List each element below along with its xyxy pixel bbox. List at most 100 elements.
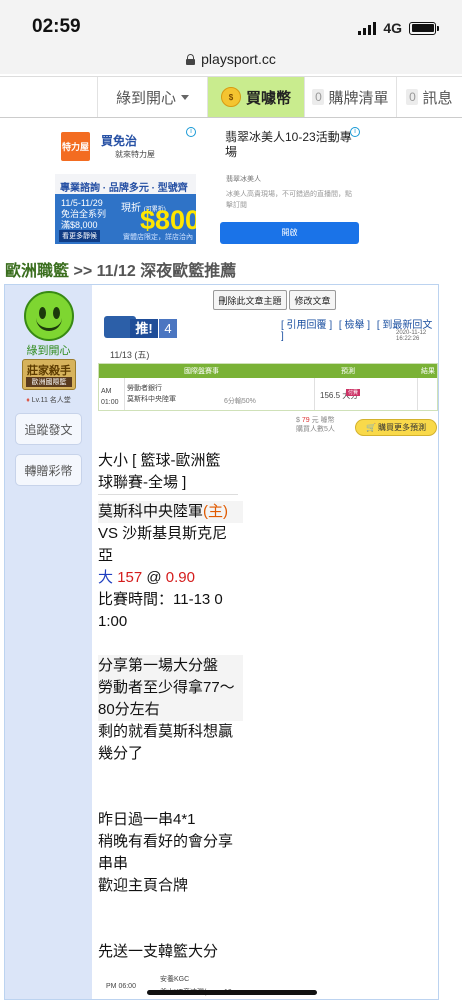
content-line: 80分左右 (98, 699, 243, 721)
ad-right-brand: 翡翠冰美人 (226, 176, 261, 183)
top-nav: 綠到開心 $ 買噱幣 0 購牌清單 0 訊息 (0, 76, 462, 118)
price-value: 79 (301, 417, 310, 424)
post-timestamp: 2020-11-12 16:22:26 (396, 330, 427, 342)
content-line: 球聯賽-全場 ] (98, 474, 187, 491)
coin-icon: $ (220, 87, 241, 107)
content-line: 先送一支韓籃大分 (98, 943, 219, 960)
col-pick: 預測 (341, 368, 355, 375)
push-label: 推! (130, 319, 158, 338)
ad-right-desc: 冰美人高貴現場，不可錯過的直播間，點擊訂閱 (226, 191, 352, 209)
shield-icon: ♦ (26, 397, 30, 404)
ad-area: 特力屋 買免治 就來特力屋 專業諮詢 · 品牌多元 · 型號齊全 11/5-11… (0, 118, 462, 248)
author-name[interactable]: 綠到開心 (5, 342, 92, 358)
author-level: ♦ Lv.11 名人堂 (26, 397, 71, 404)
push-button[interactable]: 推! 4 (104, 316, 180, 338)
edit-post-button[interactable]: 修改文章 (289, 290, 336, 310)
content-line: VS 沙斯基貝斯克尼 (98, 525, 228, 542)
ad-banner-right[interactable]: 翡翠冰美人10-23活動專場 翡翠冰美人 冰美人高貴現場，不可錯過的直播間，點擊… (220, 127, 361, 244)
status-time: 02:59 (32, 16, 81, 37)
author-sidebar: 綠到開心 莊家殺手 歐洲國際籃 ♦ Lv.11 名人堂 追蹤發文 轉贈彩幣 (5, 285, 92, 999)
messages-link[interactable]: 0 訊息 (396, 77, 462, 117)
url-bar[interactable]: playsport.cc (0, 44, 462, 74)
ad-date: 11/5-11/29 (61, 198, 103, 208)
game-line: 6分輸50% (224, 398, 256, 405)
pick-line: 大 157 @ 0.90 (98, 569, 195, 586)
game-teams: 勞動者銀行 莫斯科中央陸軍 (127, 383, 176, 405)
paid-badge: 付費 (346, 389, 361, 396)
ad-right-title: 翡翠冰美人10-23活動專場 (225, 130, 352, 159)
price-info: $ 79 元 噱幣 購買人數5人 (296, 417, 335, 433)
push-count: 4 (159, 319, 177, 338)
quote-reply-link[interactable]: [ 引用回覆 ] (281, 320, 332, 331)
breadcrumb: 歐洲職籃 >> 11/12 深夜歐籃推薦 (5, 257, 236, 281)
content-line: 比賽時間：11-13 0 (98, 591, 223, 608)
buy-more-button[interactable]: 🛒 購買更多預測 (355, 419, 437, 436)
report-link[interactable]: [ 檢舉 ] (339, 320, 370, 331)
ad-left-header: 特力屋 買免治 就來特力屋 (55, 127, 196, 174)
cart-label: 購牌清單 (328, 89, 389, 107)
ad-headline: 買免治 (101, 134, 138, 148)
ad-promo: 免治全系列 (61, 209, 107, 219)
rank-badge: 莊家殺手 歐洲國際籃 (22, 359, 76, 390)
messages-label: 訊息 (422, 89, 453, 107)
col-result: 結果 (421, 368, 435, 375)
content-line: 大小 [ 籃球-歐洲籃 (98, 452, 221, 469)
cart-link[interactable]: 0 購牌清單 (304, 77, 396, 117)
buy-coins-label: 買噱幣 (245, 89, 291, 107)
cart-icon: 🛒 (366, 423, 376, 432)
buyer-count: 購買人數5人 (296, 426, 335, 433)
content-line: 歡迎主頁合牌 (98, 877, 189, 894)
content-line: 剩的就看莫斯科想贏 (98, 723, 234, 740)
buy-coins-button[interactable]: $ 買噱幣 (207, 77, 304, 117)
team-away: 安養KGC (160, 976, 190, 983)
breadcrumb-category[interactable]: 歐洲職籃 (5, 263, 69, 280)
ad-more-button[interactable]: 看更多靜候 (59, 230, 100, 242)
content-line: 分享第一場大分盤 (98, 655, 243, 677)
delete-topic-button[interactable]: 刪除此文章主題 (213, 290, 287, 310)
table-row: AM 01:00 勞動者銀行 莫斯科中央陸軍 6分輸50% 156.5 大分 付… (99, 378, 437, 410)
ad-promo-panel: 11/5-11/29 免治全系列 滿$8,000 現折 (可累折) $800 看… (55, 194, 196, 244)
ad-info-icon[interactable]: i (186, 127, 196, 137)
cart-count: 0 (312, 89, 325, 105)
ad-headline-sub: 就來特力屋 (115, 150, 155, 159)
network-type: 4G (383, 20, 402, 36)
lock-icon (186, 53, 196, 65)
gift-coins-button[interactable]: 轉贈彩幣 (15, 454, 82, 486)
chevron-down-icon (181, 94, 189, 100)
ad-promo-text: 11/5-11/29 免治全系列 滿$8,000 (61, 198, 106, 231)
page-title: 11/12 深夜歐籃推薦 (96, 263, 237, 280)
home-team: 莫斯科中央陸軍 (98, 503, 204, 520)
post-content: 大小 [ 籃球-歐洲籃 球聯賽-全場 ] 莫斯科中央陸軍(主) VS 沙斯基貝斯… (98, 450, 243, 963)
breadcrumb-separator: >> (73, 263, 93, 280)
follow-posts-button[interactable]: 追蹤發文 (15, 413, 82, 445)
url-text: playsport.cc (201, 51, 276, 67)
badge-title: 莊家殺手 (27, 365, 71, 377)
avatar[interactable] (24, 291, 74, 341)
content-line: 亞 (98, 547, 114, 564)
signal-icon (358, 21, 377, 35)
content-line: 1:00 (98, 613, 128, 630)
ad-open-button[interactable]: 開啟 (220, 222, 359, 244)
home-tag: (主) (203, 503, 229, 520)
brand-logo: 特力屋 (61, 132, 90, 161)
ad-note: 實體店限定，詳店洽內 (123, 234, 193, 241)
ad-banner-left[interactable]: 特力屋 買免治 就來特力屋 專業諮詢 · 品牌多元 · 型號齊全 11/5-11… (55, 127, 196, 244)
game-date: 11/13 (五) (110, 350, 150, 360)
content-line: 幾分了 (98, 745, 144, 762)
table-header: 國際盤賽事 預測 結果 (99, 364, 437, 378)
messages-count: 0 (406, 89, 419, 105)
buy-more-label: 購買更多預測 (377, 423, 426, 432)
post-container: 綠到開心 莊家殺手 歐洲國際籃 ♦ Lv.11 名人堂 追蹤發文 轉贈彩幣 刪除… (4, 284, 439, 1000)
ad-info-icon[interactable]: i (350, 127, 360, 137)
user-menu[interactable]: 綠到開心 (97, 77, 207, 117)
team-away: 勞動者銀行 (127, 385, 162, 392)
game-time: PM 06:00 (106, 983, 136, 990)
content-line: 稍晚有看好的會分享 (98, 833, 234, 850)
content-line: 串串 (98, 855, 129, 872)
content-line: 勞動者至少得拿77～ (98, 677, 243, 699)
game-time: AM 01:00 (101, 388, 119, 406)
status-bar: 02:59 4G (0, 0, 462, 50)
prediction-table: 國際盤賽事 預測 結果 AM 01:00 勞動者銀行 莫斯科中央陸軍 6分輸50… (98, 363, 438, 411)
content-line: 昨日過一串4*1 (98, 811, 196, 828)
post-body: 刪除此文章主題 修改文章 推! 4 [ 引用回覆 ] [ 檢舉 ] [ 到最新回… (96, 285, 438, 999)
